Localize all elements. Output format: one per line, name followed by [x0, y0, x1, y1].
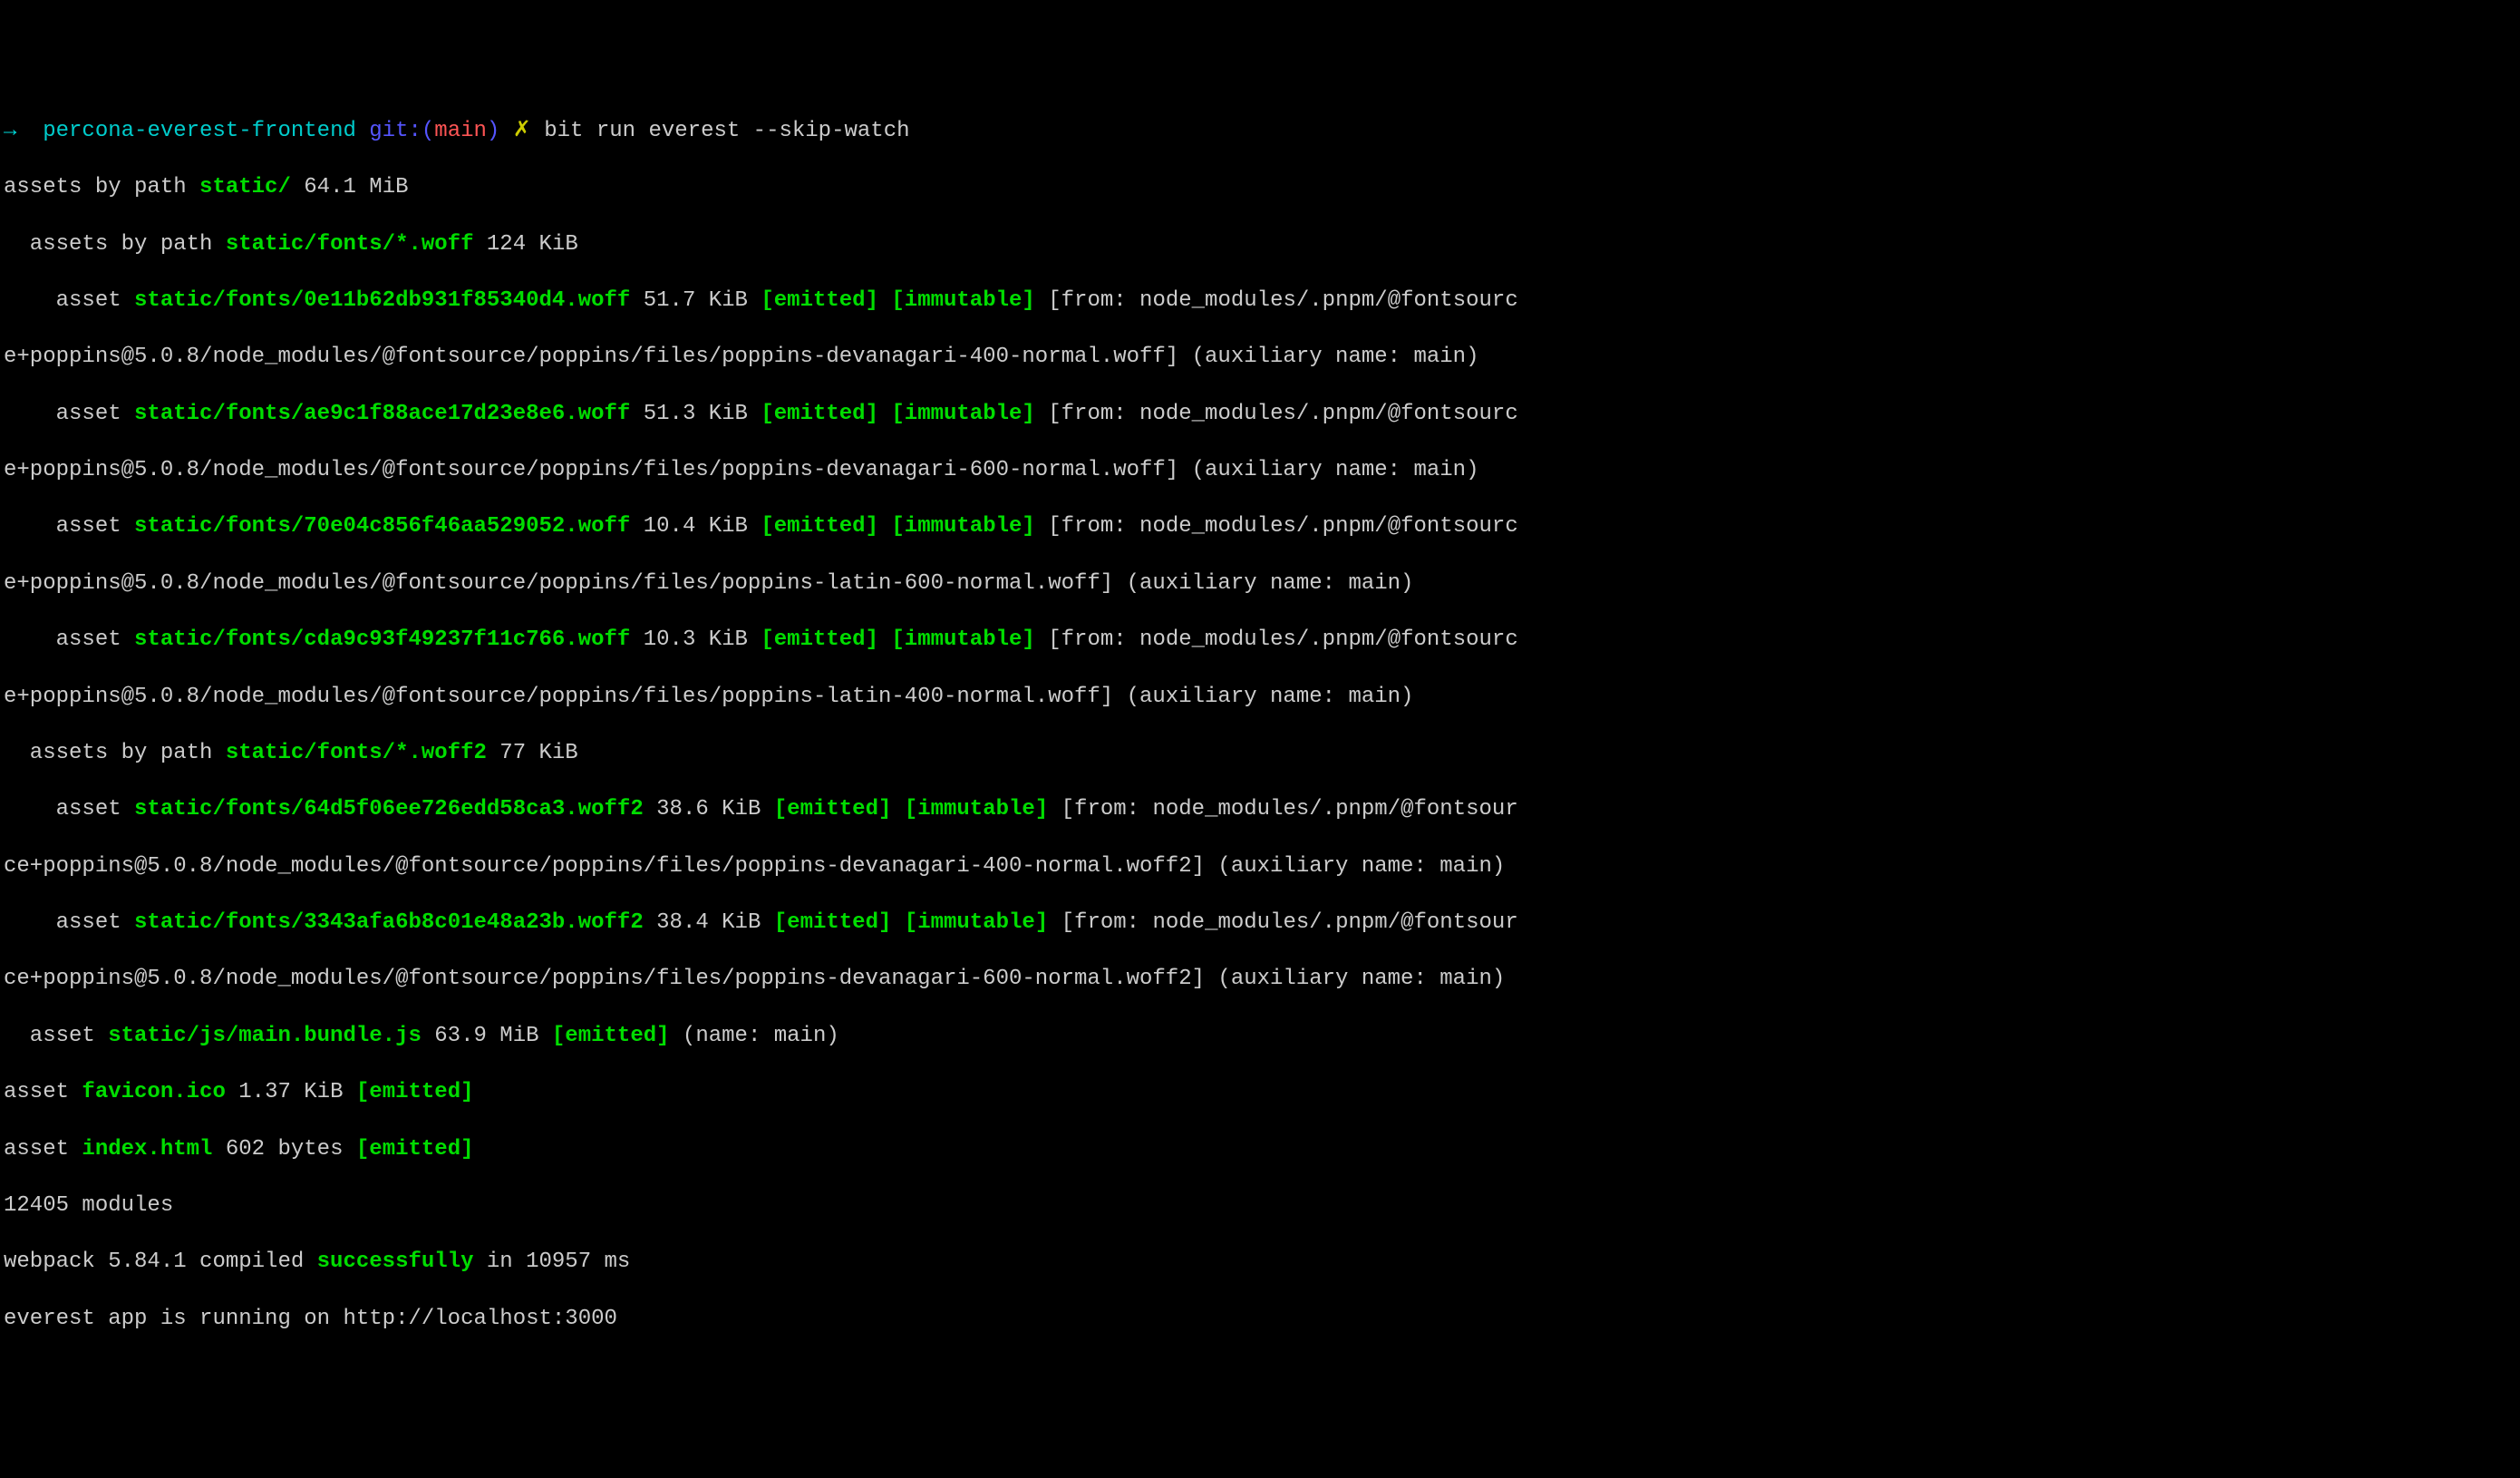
output-line: asset static/fonts/3343afa6b8c01e48a23b.… [4, 909, 2516, 937]
prompt-repo: percona-everest-frontend [43, 119, 356, 143]
immutable-tag: [immutable] [905, 797, 1048, 822]
webpack-status: webpack 5.84.1 compiled successfully in … [4, 1248, 2516, 1276]
output-line: ce+poppins@5.0.8/node_modules/@fontsourc… [4, 965, 2516, 993]
git-prefix: git:( [369, 119, 434, 143]
asset-path: static/js/main.bundle.js [108, 1024, 422, 1048]
asset-path: static/fonts/cda9c93f49237f11c766.woff [134, 627, 630, 652]
output-line: assets by path static/fonts/*.woff2 77 K… [4, 739, 2516, 767]
emitted-tag: [emitted] [552, 1024, 670, 1048]
output-line: e+poppins@5.0.8/node_modules/@fontsource… [4, 456, 2516, 484]
output-line: e+poppins@5.0.8/node_modules/@fontsource… [4, 343, 2516, 371]
output-line: asset static/fonts/70e04c856f46aa529052.… [4, 512, 2516, 540]
asset-path: static/fonts/ae9c1f88ace17d23e8e6.woff [134, 402, 630, 426]
asset-path: static/fonts/70e04c856f46aa529052.woff [134, 514, 630, 539]
output-line: asset static/fonts/0e11b62db931f85340d4.… [4, 287, 2516, 315]
git-suffix: ) [487, 119, 499, 143]
output-line: asset index.html 602 bytes [emitted] [4, 1135, 2516, 1163]
asset-path: static/fonts/3343afa6b8c01e48a23b.woff2 [134, 910, 644, 935]
asset-path: index.html [82, 1137, 212, 1162]
success-text: successfully [317, 1249, 474, 1274]
immutable-tag: [immutable] [905, 910, 1048, 935]
immutable-tag: [immutable] [891, 288, 1034, 313]
asset-path: static/ [199, 175, 291, 199]
output-line: asset static/fonts/cda9c93f49237f11c766.… [4, 626, 2516, 654]
emitted-tag: [emitted] [356, 1080, 474, 1104]
immutable-tag: [immutable] [891, 402, 1034, 426]
emitted-tag: [emitted] [761, 288, 878, 313]
emitted-tag: [emitted] [356, 1137, 474, 1162]
server-url: everest app is running on http://localho… [4, 1305, 2516, 1333]
output-line: e+poppins@5.0.8/node_modules/@fontsource… [4, 569, 2516, 598]
output-line: asset static/fonts/64d5f06ee726edd58ca3.… [4, 795, 2516, 823]
modules-count: 12405 modules [4, 1191, 2516, 1220]
emitted-tag: [emitted] [774, 797, 892, 822]
output-line: e+poppins@5.0.8/node_modules/@fontsource… [4, 683, 2516, 711]
output-line: ce+poppins@5.0.8/node_modules/@fontsourc… [4, 852, 2516, 880]
asset-path: static/fonts/0e11b62db931f85340d4.woff [134, 288, 630, 313]
prompt-arrow: → [4, 119, 16, 143]
asset-path: static/fonts/64d5f06ee726edd58ca3.woff2 [134, 797, 644, 822]
emitted-tag: [emitted] [774, 910, 892, 935]
prompt-line: → percona-everest-frontend git:(main) ✗ … [4, 117, 2516, 145]
output-line: assets by path static/ 64.1 MiB [4, 173, 2516, 201]
immutable-tag: [immutable] [891, 627, 1034, 652]
immutable-tag: [immutable] [891, 514, 1034, 539]
output-line: asset favicon.ico 1.37 KiB [emitted] [4, 1078, 2516, 1106]
emitted-tag: [emitted] [761, 627, 878, 652]
git-branch: main [434, 119, 487, 143]
emitted-tag: [emitted] [761, 514, 878, 539]
emitted-tag: [emitted] [761, 402, 878, 426]
asset-path: favicon.ico [82, 1080, 225, 1104]
output-line: assets by path static/fonts/*.woff 124 K… [4, 230, 2516, 258]
command-text[interactable]: bit run everest --skip-watch [544, 119, 909, 143]
asset-path: static/fonts/*.woff2 [226, 741, 487, 765]
git-dirty-icon: ✗ [513, 119, 531, 143]
asset-path: static/fonts/*.woff [226, 232, 474, 257]
output-line: asset static/js/main.bundle.js 63.9 MiB … [4, 1022, 2516, 1050]
output-line: asset static/fonts/ae9c1f88ace17d23e8e6.… [4, 400, 2516, 428]
